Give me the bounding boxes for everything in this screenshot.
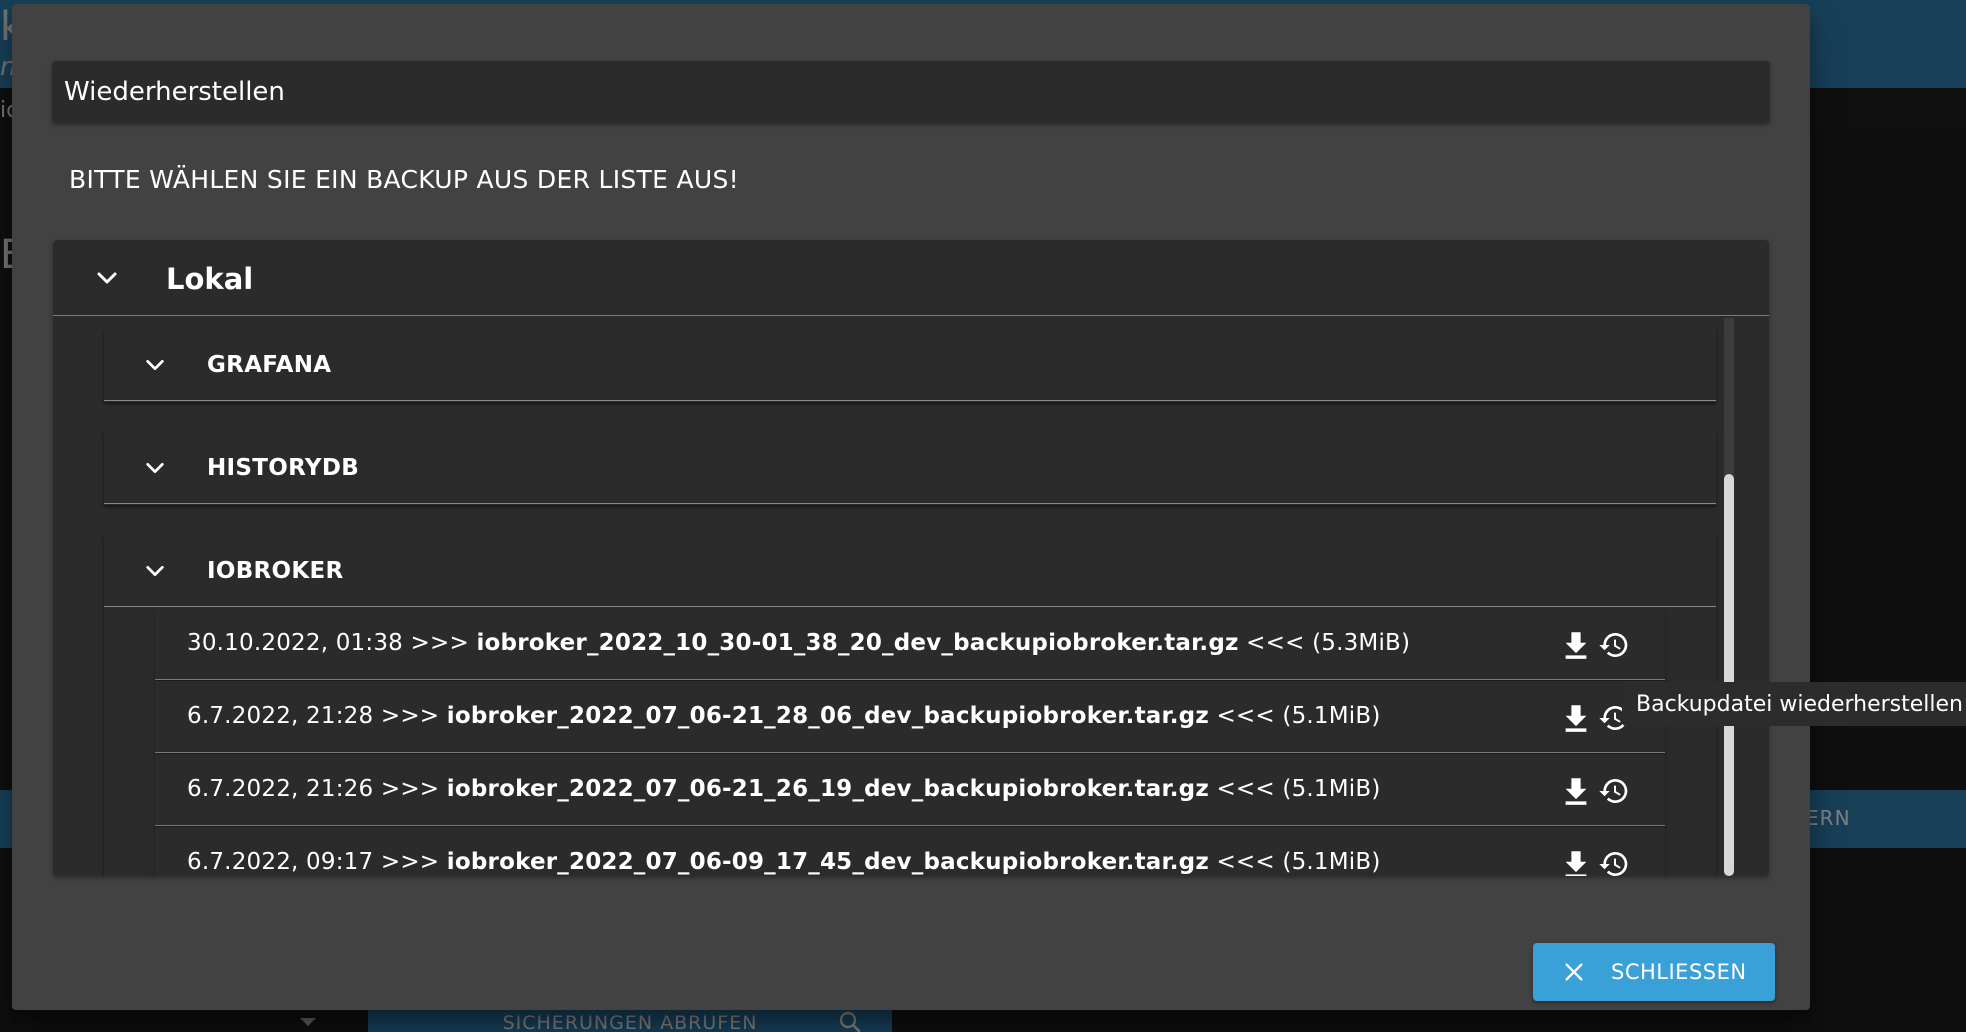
- backup-date: 30.10.2022, 01:38: [187, 630, 403, 656]
- backup-filename: iobroker_2022_10_30-01_38_20_dev_backupi…: [476, 630, 1239, 656]
- backup-file-entry: 30.10.2022, 01:38 >>> iobroker_2022_10_3…: [187, 630, 1410, 656]
- backup-date: 6.7.2022, 21:26: [187, 776, 374, 802]
- backup-suffix: <<<: [1216, 776, 1275, 802]
- backup-file-entry: 6.7.2022, 09:17 >>> iobroker_2022_07_06-…: [187, 849, 1381, 875]
- section-historydb-label: HISTORYDB: [207, 455, 360, 481]
- backup-suffix: <<<: [1246, 630, 1305, 656]
- section-grafana-label: GRAFANA: [207, 352, 332, 378]
- chevron-down-icon: [95, 266, 119, 294]
- restore-history-icon[interactable]: [1597, 628, 1631, 662]
- download-icon[interactable]: [1559, 628, 1593, 662]
- download-icon[interactable]: [1559, 774, 1593, 808]
- accordion-local-content[interactable]: GRAFANA HISTORYDB IOBROKER 30.10.2022, 0…: [53, 317, 1769, 876]
- backup-suffix: <<<: [1216, 703, 1275, 729]
- backup-file-entry: 6.7.2022, 21:28 >>> iobroker_2022_07_06-…: [187, 703, 1381, 729]
- section-historydb: HISTORYDB: [104, 432, 1716, 505]
- accordion-local: Lokal GRAFANA HISTORYDB IOBROKER 30.10.2…: [53, 240, 1769, 876]
- close-icon: [1563, 961, 1585, 983]
- backup-file-row: 6.7.2022, 21:26 >>> iobroker_2022_07_06-…: [155, 754, 1665, 826]
- backup-size: (5.1MiB): [1282, 776, 1381, 802]
- backup-prefix: >>>: [380, 849, 440, 875]
- restore-history-icon[interactable]: [1597, 847, 1631, 876]
- scrollbar-thumb[interactable]: [1724, 474, 1734, 876]
- dialog-instruction: BITTE WÄHLEN SIE EIN BACKUP AUS DER LIST…: [69, 165, 739, 194]
- close-button[interactable]: SCHLIESSEN: [1533, 943, 1775, 1001]
- chevron-down-icon: [144, 354, 166, 380]
- backup-filename: iobroker_2022_07_06-21_26_19_dev_backupi…: [446, 776, 1209, 802]
- backup-file-row: 6.7.2022, 21:28 >>> iobroker_2022_07_06-…: [155, 681, 1665, 753]
- backup-filename: iobroker_2022_07_06-09_17_45_dev_backupi…: [446, 849, 1209, 875]
- backup-file-row: 30.10.2022, 01:38 >>> iobroker_2022_10_3…: [155, 608, 1665, 680]
- backup-date: 6.7.2022, 21:28: [187, 703, 374, 729]
- chevron-down-icon: [144, 560, 166, 586]
- backup-prefix: >>>: [380, 703, 440, 729]
- backup-size: (5.1MiB): [1282, 849, 1381, 875]
- accordion-local-header[interactable]: Lokal: [53, 240, 1769, 316]
- backup-prefix: >>>: [410, 630, 469, 656]
- chevron-down-icon: [144, 457, 166, 483]
- backup-size: (5.3MiB): [1312, 630, 1411, 656]
- backup-filename: iobroker_2022_07_06-21_28_06_dev_backupi…: [446, 703, 1209, 729]
- backup-date: 6.7.2022, 09:17: [187, 849, 374, 875]
- section-iobroker-label: IOBROKER: [207, 558, 344, 584]
- backup-file-entry: 6.7.2022, 21:26 >>> iobroker_2022_07_06-…: [187, 776, 1381, 802]
- section-historydb-header[interactable]: HISTORYDB: [104, 432, 1716, 504]
- backup-prefix: >>>: [380, 776, 440, 802]
- section-iobroker: IOBROKER 30.10.2022, 01:38 >>> iobroker_…: [104, 535, 1716, 876]
- restore-dialog: Wiederherstellen BITTE WÄHLEN SIE EIN BA…: [12, 4, 1810, 1010]
- dialog-title: Wiederherstellen: [52, 61, 1770, 123]
- close-button-label: SCHLIESSEN: [1611, 960, 1747, 984]
- backup-size: (5.1MiB): [1282, 703, 1381, 729]
- backup-file-row: 6.7.2022, 09:17 >>> iobroker_2022_07_06-…: [155, 827, 1665, 876]
- accordion-local-label: Lokal: [166, 262, 254, 296]
- download-icon[interactable]: [1559, 701, 1593, 735]
- section-iobroker-header[interactable]: IOBROKER: [104, 535, 1716, 607]
- restore-tooltip: Backupdatei wiederherstellen: [1622, 682, 1966, 726]
- download-icon[interactable]: [1559, 847, 1593, 876]
- backup-suffix: <<<: [1216, 849, 1275, 875]
- section-grafana-header[interactable]: GRAFANA: [104, 329, 1716, 401]
- section-grafana: GRAFANA: [104, 329, 1716, 402]
- restore-history-icon[interactable]: [1597, 774, 1631, 808]
